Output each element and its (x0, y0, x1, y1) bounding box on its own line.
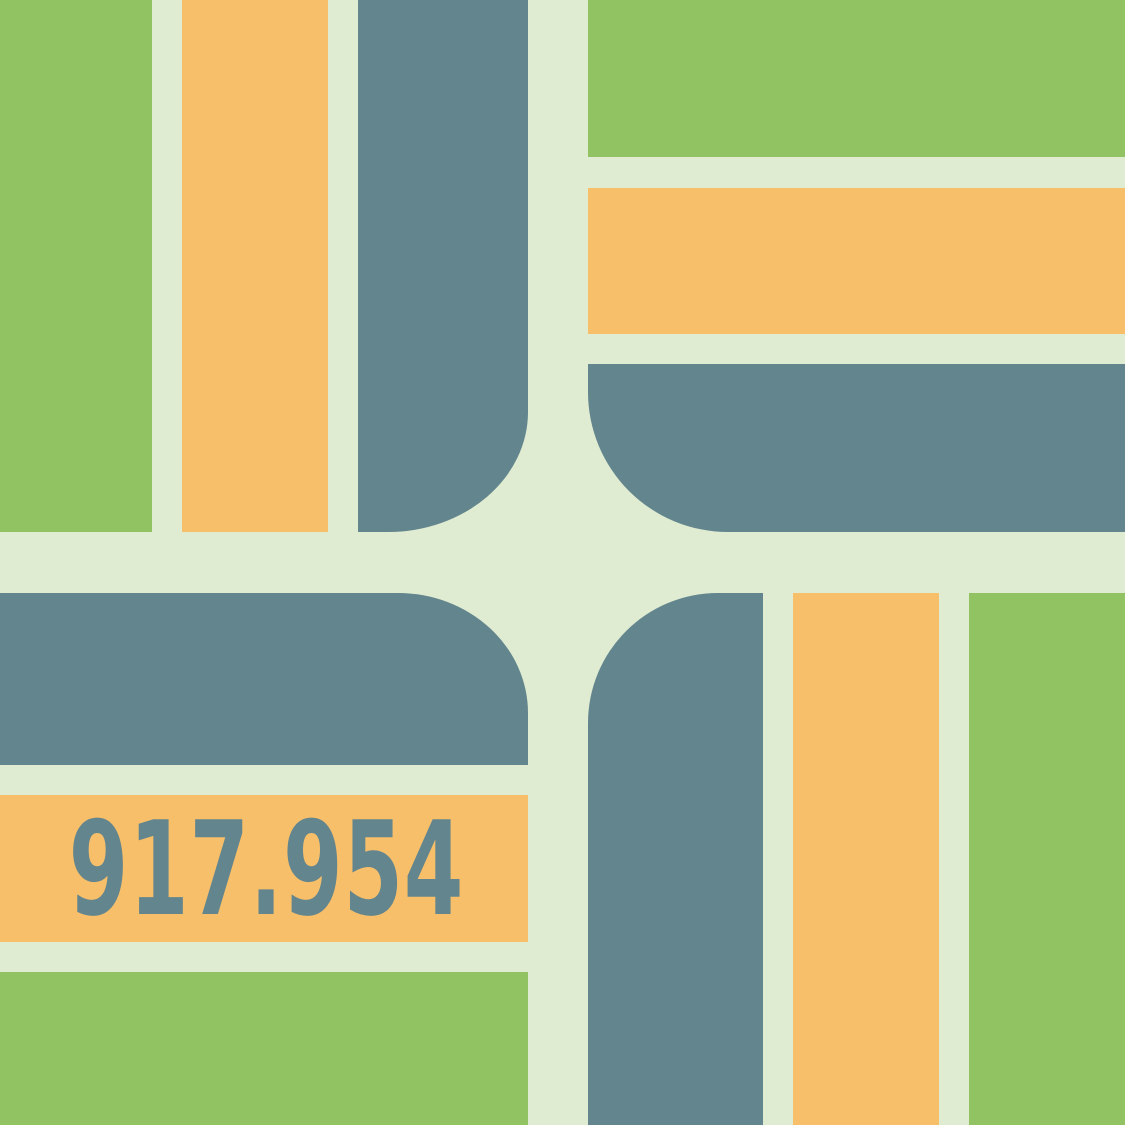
stripe-orange-bottom-right (793, 593, 939, 1125)
stripe-slate-top-right (588, 364, 1125, 532)
stripe-slate-bottom-right (588, 593, 763, 1125)
stripe-orange-top-left (182, 0, 328, 532)
stripe-green-top-left (0, 0, 152, 532)
number-label: 917.954 (68, 792, 465, 945)
stripe-slate-top-left (358, 0, 528, 532)
stripe-slate-bottom-left (0, 593, 528, 765)
stripe-green-top-right (588, 0, 1125, 157)
stripe-green-bottom-right (969, 593, 1125, 1125)
stripe-orange-top-right (588, 188, 1125, 334)
stripe-green-bottom-left (0, 972, 528, 1125)
road-intersection-graphic: 917.954 (0, 0, 1125, 1125)
